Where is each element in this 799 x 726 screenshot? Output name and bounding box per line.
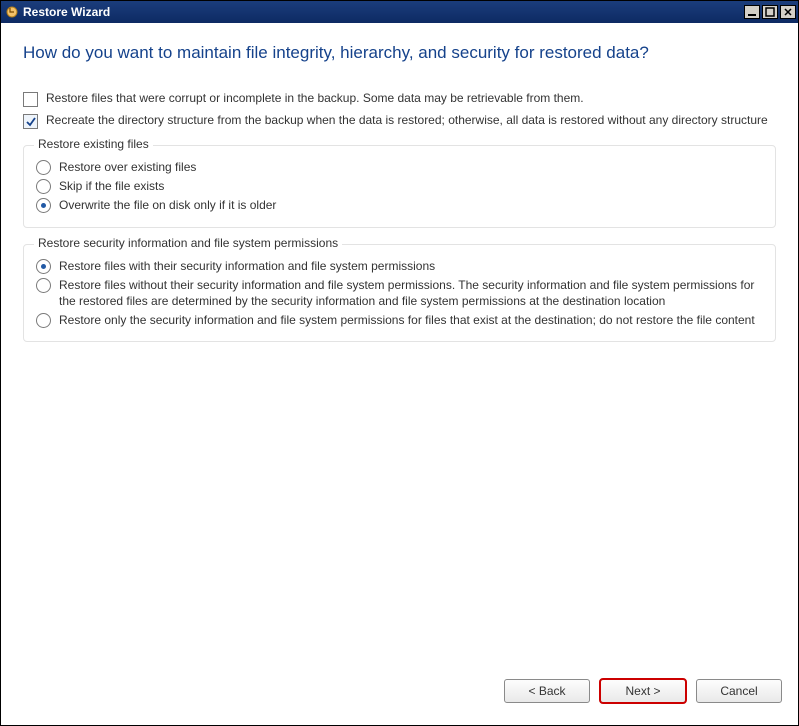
- footer: < Back Next > Cancel: [1, 667, 798, 725]
- minimize-icon: [747, 7, 757, 17]
- window-title: Restore Wizard: [23, 5, 744, 19]
- group-security-permissions: Restore security information and file sy…: [23, 244, 776, 343]
- checkbox-label: Restore files that were corrupt or incom…: [46, 91, 776, 105]
- checkbox-restore-corrupt[interactable]: [23, 92, 38, 107]
- page-heading: How do you want to maintain file integri…: [23, 43, 776, 63]
- checkbox-row-restore-corrupt[interactable]: Restore files that were corrupt or incom…: [23, 91, 776, 107]
- radio-label: Restore files with their security inform…: [59, 258, 763, 274]
- radio-overwrite-older[interactable]: [36, 198, 51, 213]
- close-button[interactable]: [780, 5, 796, 19]
- maximize-icon: [765, 7, 775, 17]
- radio-only-security[interactable]: [36, 313, 51, 328]
- checkbox-label: Recreate the directory structure from th…: [46, 113, 776, 127]
- group-existing-files: Restore existing files Restore over exis…: [23, 145, 776, 228]
- next-button[interactable]: Next >: [600, 679, 686, 703]
- radio-row-only-security[interactable]: Restore only the security information an…: [36, 312, 763, 328]
- radio-skip-exists[interactable]: [36, 179, 51, 194]
- radio-row-skip-exists[interactable]: Skip if the file exists: [36, 178, 763, 194]
- check-icon: [26, 117, 36, 127]
- cancel-button[interactable]: Cancel: [696, 679, 782, 703]
- radio-row-with-security[interactable]: Restore files with their security inform…: [36, 258, 763, 274]
- radio-row-restore-over[interactable]: Restore over existing files: [36, 159, 763, 175]
- close-icon: [783, 7, 793, 17]
- radio-without-security[interactable]: [36, 278, 51, 293]
- checkbox-row-recreate-dir[interactable]: Recreate the directory structure from th…: [23, 113, 776, 129]
- radio-row-overwrite-older[interactable]: Overwrite the file on disk only if it is…: [36, 197, 763, 213]
- radio-with-security[interactable]: [36, 259, 51, 274]
- minimize-button[interactable]: [744, 5, 760, 19]
- radio-label: Restore files without their security inf…: [59, 277, 763, 309]
- radio-row-without-security[interactable]: Restore files without their security inf…: [36, 277, 763, 309]
- window-controls: [744, 5, 796, 19]
- restore-wizard-window: Restore Wizard How do you want to mainta…: [0, 0, 799, 726]
- checkbox-recreate-dir[interactable]: [23, 114, 38, 129]
- radio-restore-over[interactable]: [36, 160, 51, 175]
- app-icon: [5, 5, 19, 19]
- radio-label: Restore over existing files: [59, 159, 763, 175]
- radio-label: Overwrite the file on disk only if it is…: [59, 197, 763, 213]
- radio-label: Restore only the security information an…: [59, 312, 763, 328]
- group-legend: Restore security information and file sy…: [34, 236, 342, 250]
- titlebar: Restore Wizard: [1, 1, 798, 23]
- radio-label: Skip if the file exists: [59, 178, 763, 194]
- back-button[interactable]: < Back: [504, 679, 590, 703]
- maximize-button[interactable]: [762, 5, 778, 19]
- group-legend: Restore existing files: [34, 137, 153, 151]
- content-area: How do you want to maintain file integri…: [1, 23, 798, 667]
